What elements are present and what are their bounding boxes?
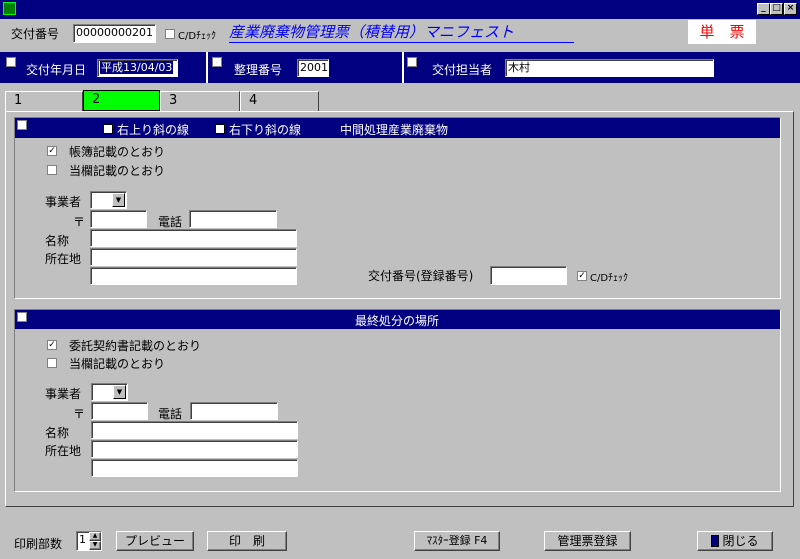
this-field-label: 当欄記載のとおり	[69, 164, 166, 178]
print-button[interactable]: 印 刷	[207, 531, 287, 551]
cd-check-label: C/Dﾁｪｯｸ	[178, 31, 217, 42]
this-field-checkbox[interactable]	[47, 165, 57, 175]
tab-4[interactable]: 4	[240, 91, 319, 111]
business-2-label: 事業者	[45, 387, 82, 401]
address-2-label: 所在地	[45, 444, 82, 458]
window-titlebar	[0, 0, 800, 19]
postal-2-input[interactable]	[91, 402, 148, 420]
info-bar-checkbox-2[interactable]	[212, 57, 222, 67]
issue-no-label: 交付番号	[11, 27, 60, 41]
down-diagonal-label: 右下り斜の線	[229, 123, 302, 137]
issue-date-value: 平成13/04/03	[100, 61, 174, 74]
business-label: 事業者	[45, 195, 82, 209]
ref-no-input[interactable]: 2001	[297, 59, 329, 77]
ledger-label: 帳簿記載のとおり	[69, 145, 166, 159]
issue-date-label: 交付年月日	[26, 63, 87, 77]
person-input[interactable]: 木村	[505, 59, 714, 77]
maximize-button[interactable]: □	[770, 3, 783, 15]
info-divider-2	[402, 52, 404, 83]
copies-label: 印刷部数	[14, 537, 63, 551]
reg-cd-check-label: C/Dﾁｪｯｸ	[590, 273, 629, 284]
issue-date-input[interactable]: 平成13/04/03	[97, 59, 178, 77]
contract-checkbox[interactable]: ✓	[47, 340, 57, 350]
info-divider-1	[206, 52, 208, 83]
info-bar-checkbox-3[interactable]	[407, 57, 417, 67]
preview-button[interactable]: プレビュー	[116, 531, 194, 551]
down-diagonal-checkbox[interactable]	[215, 124, 225, 134]
name-input[interactable]	[90, 229, 297, 247]
close-button-label: 閉じる	[722, 534, 759, 548]
section2-header-checkbox[interactable]	[17, 312, 27, 322]
name-2-input[interactable]	[91, 421, 298, 439]
form-title: 産業廃棄物管理票（積替用）マニフェスト	[229, 23, 574, 43]
this-field-2-checkbox[interactable]	[47, 358, 57, 368]
app-icon	[3, 2, 16, 15]
close-window-button[interactable]: ×	[784, 3, 797, 15]
postal-label: 〒	[73, 215, 86, 229]
section1-header-checkbox[interactable]	[17, 120, 27, 130]
section-final-disposal-title: 最終処分の場所	[355, 314, 440, 328]
business-combo-arrow-icon[interactable]: ▼	[112, 193, 125, 207]
ref-no-label: 整理番号	[234, 63, 283, 77]
copies-up-icon[interactable]: ▲	[89, 532, 101, 541]
minimize-button[interactable]: _	[757, 3, 770, 15]
tab-3[interactable]: 3	[160, 91, 240, 111]
address-input-2[interactable]	[90, 267, 297, 285]
close-button[interactable]: 閉じる	[697, 531, 773, 551]
name-label: 名称	[45, 234, 70, 248]
address-input-1[interactable]	[90, 248, 297, 266]
address-2-input-1[interactable]	[91, 440, 298, 458]
postal-input[interactable]	[90, 210, 147, 228]
address-2-input-2[interactable]	[91, 459, 298, 477]
business-2-combo-arrow-icon[interactable]: ▼	[113, 385, 126, 399]
section-intermediate-title: 中間処理産業廃棄物	[340, 123, 449, 137]
reg-no-label: 交付番号(登録番号)	[368, 269, 474, 283]
manifest-register-button[interactable]: 管理票登録	[544, 531, 631, 551]
copies-down-icon[interactable]: ▼	[89, 541, 101, 550]
single-sheet-badge: 単 票	[688, 20, 756, 44]
up-diagonal-label: 右上り斜の線	[117, 123, 190, 137]
phone-2-input[interactable]	[190, 402, 278, 420]
name-2-label: 名称	[45, 426, 70, 440]
phone-input[interactable]	[189, 210, 277, 228]
door-icon	[711, 535, 720, 547]
phone-2-label: 電話	[158, 407, 183, 421]
contract-label: 委託契約書記載のとおり	[69, 339, 202, 353]
tab-1[interactable]: 1	[5, 91, 83, 111]
master-register-button[interactable]: ﾏｽﾀｰ登録 F4	[414, 531, 500, 551]
this-field-2-label: 当欄記載のとおり	[69, 357, 166, 371]
ledger-checkbox[interactable]: ✓	[47, 146, 57, 156]
person-label: 交付担当者	[432, 63, 493, 77]
up-diagonal-checkbox[interactable]	[103, 124, 113, 134]
phone-label: 電話	[158, 215, 183, 229]
postal-2-label: 〒	[73, 407, 86, 421]
reg-cd-check-checkbox[interactable]: ✓	[577, 271, 587, 281]
cd-check-checkbox[interactable]	[165, 29, 175, 39]
info-bar-checkbox-1[interactable]	[6, 57, 16, 67]
reg-no-input[interactable]	[490, 266, 567, 285]
issue-no-input[interactable]: 00000000201	[73, 24, 156, 43]
address-label: 所在地	[45, 252, 82, 266]
tab-2[interactable]: 2	[83, 90, 160, 111]
